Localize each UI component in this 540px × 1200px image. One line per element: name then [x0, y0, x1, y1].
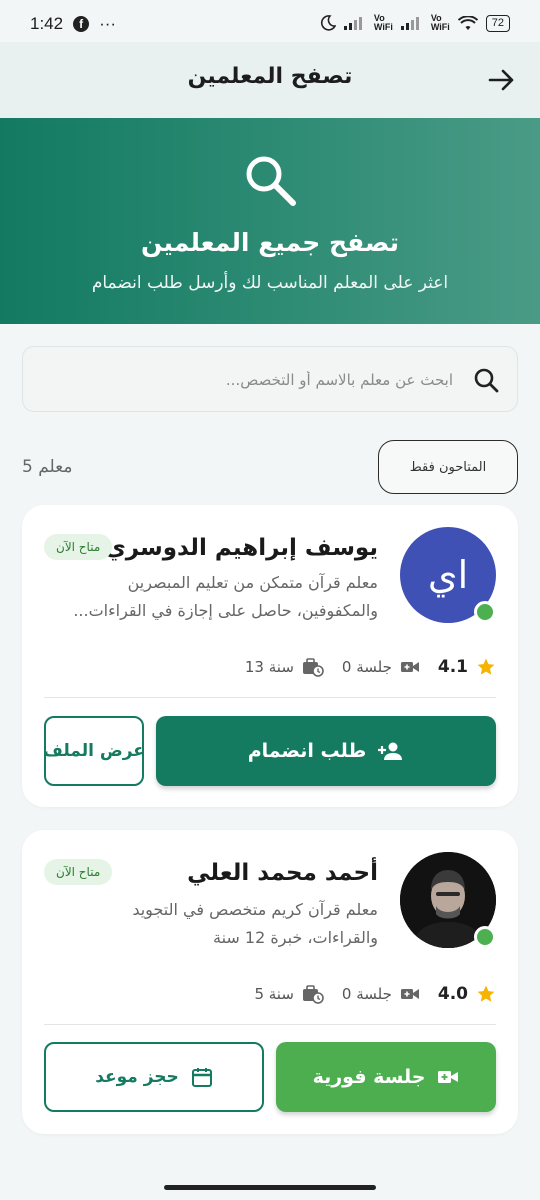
teacher-name: أحمد محمد العلي [187, 860, 378, 886]
star-icon [477, 658, 495, 675]
sessions-stat: 0 جلسة [342, 985, 420, 1003]
avatar [400, 852, 496, 948]
online-indicator [474, 926, 496, 948]
hero-banner: تصفح جميع المعلمين اعثر على المعلم المنا… [0, 118, 540, 324]
instant-session-label: جلسة فورية [312, 1066, 426, 1088]
experience-years: 13 سنة [244, 658, 294, 676]
home-indicator[interactable] [164, 1185, 376, 1190]
join-request-button[interactable]: طلب انضمام [156, 716, 496, 786]
vowifi-label: Vo WiFi [373, 13, 393, 32]
teacher-stats: 4.0 0 جلسة 5 سنة [254, 984, 496, 1004]
teacher-stats: 4.1 0 جلسة 13 سنة [245, 657, 496, 677]
hero-title: تصفح جميع المعلمين [141, 228, 399, 257]
teacher-count: 5 معلم [22, 457, 73, 477]
add-person-icon [378, 742, 403, 760]
sessions-count: 0 جلسة [341, 658, 392, 676]
status-badge: متاح الآن [44, 859, 113, 885]
app-header: تصفح المعلمين [0, 42, 540, 118]
search-bar [22, 346, 518, 412]
teacher-description: معلم قرآن كريم متخصص في التجويد والقراءا… [132, 900, 378, 947]
instant-session-button[interactable]: جلسة فورية [276, 1042, 496, 1112]
page-title: تصفح المعلمين [187, 64, 353, 89]
briefcase-clock-icon [302, 658, 324, 677]
status-more-icon: ··· [99, 14, 117, 33]
search-input[interactable] [93, 365, 453, 395]
book-appointment-button[interactable]: حجز موعد [44, 1042, 264, 1112]
card-divider [44, 1024, 496, 1025]
search-icon [246, 156, 296, 206]
sessions-stat: 0 جلسة [342, 658, 420, 676]
teacher-name: يوسف إبراهيم الدوسري [104, 535, 378, 561]
rating-value: 4.1 [437, 657, 468, 677]
avatar: اي [400, 527, 496, 623]
rating-stat: 4.1 [438, 657, 496, 677]
rating-stat: 4.0 [438, 984, 496, 1004]
signal-icon [343, 17, 362, 30]
arrow-right-icon[interactable] [488, 68, 516, 92]
facebook-icon: f [73, 16, 90, 32]
video-camera-icon [400, 662, 419, 672]
experience-stat: 5 سنة [254, 984, 324, 1004]
battery-indicator: 72 [485, 14, 510, 32]
star-icon [477, 985, 495, 1002]
search-icon [474, 368, 499, 393]
sessions-count: 0 جلسة [341, 985, 392, 1003]
vowifi-label-2: Vo WiFi [430, 13, 450, 32]
calendar-icon [191, 1068, 212, 1087]
teacher-description: معلم قرآن متمكن من تعليم المبصرين والمكف… [73, 573, 378, 620]
moon-icon [320, 15, 336, 31]
join-request-label: طلب انضمام [247, 740, 367, 762]
video-camera-icon [438, 1071, 459, 1083]
video-camera-icon [400, 989, 419, 999]
status-time: 1:42 [30, 14, 64, 33]
teacher-card[interactable]: أحمد محمد العلي متاح الآن معلم قرآن كريم… [22, 830, 518, 1134]
available-only-filter[interactable]: المتاحون فقط [378, 440, 518, 494]
signal-icon-2 [400, 17, 419, 30]
rating-value: 4.0 [437, 984, 468, 1004]
experience-years: 5 سنة [254, 985, 294, 1003]
teacher-card[interactable]: اي يوسف إبراهيم الدوسري متاح الآن معلم ق… [22, 505, 518, 807]
status-badge: متاح الآن [44, 534, 113, 560]
card-divider [44, 697, 496, 698]
briefcase-clock-icon [302, 985, 324, 1004]
wifi-icon [457, 15, 478, 30]
online-indicator [474, 601, 496, 623]
book-appointment-label: حجز موعد [95, 1067, 179, 1087]
hero-subtitle: اعثر على المعلم المناسب لك وأرسل طلب انض… [91, 273, 449, 293]
experience-stat: 13 سنة [245, 657, 324, 677]
status-bar: 1:42 f ··· Vo WiFi Vo WiFi 72 [0, 0, 540, 42]
view-profile-button[interactable]: عرض الملف [44, 716, 144, 786]
